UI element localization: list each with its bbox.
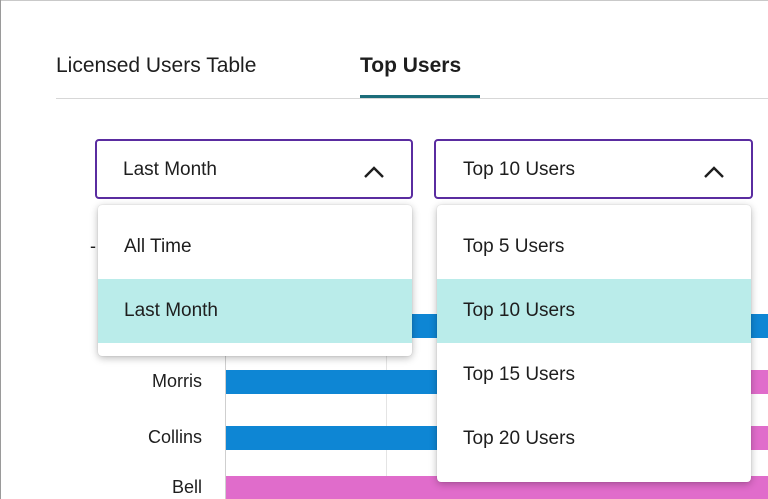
time-range-select[interactable]: Last Month	[95, 139, 413, 199]
option-top-20-users[interactable]: Top 20 Users	[437, 407, 751, 471]
top-users-value: Top 10 Users	[463, 159, 575, 180]
chart-label-bell: Bell	[171, 477, 202, 497]
option-label: Top 15 Users	[463, 364, 575, 385]
frame-left	[0, 0, 1, 499]
time-range-dropdown: All Time Last Month	[98, 205, 412, 356]
option-top-15-users[interactable]: Top 15 Users	[437, 343, 751, 407]
option-label: All Time	[124, 236, 192, 257]
frame-top	[0, 0, 768, 1]
top-users-select[interactable]: Top 10 Users	[434, 139, 753, 199]
top-users-dropdown: Top 5 Users Top 10 Users Top 15 Users To…	[437, 205, 751, 482]
chart-tick-mark: -	[90, 236, 96, 256]
option-label: Top 10 Users	[463, 300, 575, 321]
chevron-up-icon	[364, 166, 384, 178]
option-all-time[interactable]: All Time	[98, 215, 412, 279]
option-top-5-users[interactable]: Top 5 Users	[437, 215, 751, 279]
chart-label-collins: Collins	[147, 427, 202, 447]
tabs-divider	[56, 98, 768, 99]
tab-licensed-users-table[interactable]: Licensed Users Table	[56, 54, 256, 78]
option-label: Top 5 Users	[463, 236, 565, 257]
option-label: Top 20 Users	[463, 428, 575, 449]
option-label: Last Month	[124, 300, 218, 321]
chevron-up-icon	[704, 166, 724, 178]
chart-label-morris: Morris	[152, 371, 202, 391]
tab-top-users[interactable]: Top Users	[360, 54, 461, 78]
time-range-value: Last Month	[123, 159, 217, 180]
option-top-10-users[interactable]: Top 10 Users	[437, 279, 751, 343]
option-last-month[interactable]: Last Month	[98, 279, 412, 343]
tab-bar: Licensed Users Table Top Users	[56, 48, 768, 100]
